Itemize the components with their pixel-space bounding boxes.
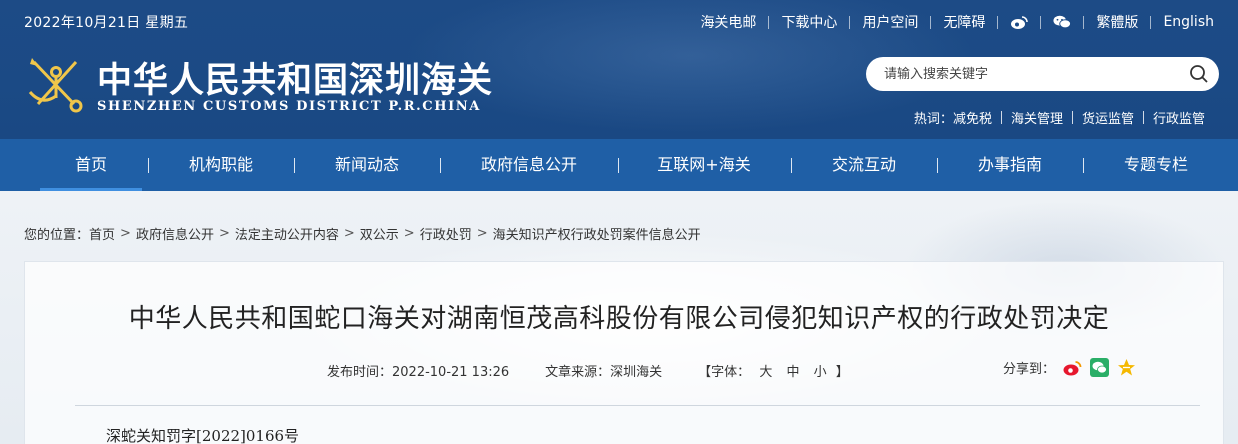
top-link-email[interactable]: 海关电邮: [700, 12, 756, 32]
top-link-user-space[interactable]: 用户空间: [862, 12, 918, 32]
chevron-right-icon: >: [120, 226, 131, 241]
site-title: 中华人民共和国深圳海关: [97, 61, 494, 101]
breadcrumb-item[interactable]: 行政处罚: [420, 224, 472, 243]
nav-item-home[interactable]: 首页: [40, 139, 142, 191]
font-size-small-button[interactable]: 小: [814, 365, 827, 380]
chevron-right-icon: >: [476, 226, 488, 241]
breadcrumb-item[interactable]: 法定主动公开内容: [235, 224, 339, 243]
nav-item-topics[interactable]: 专题专栏: [1105, 139, 1207, 191]
divider: [791, 158, 792, 173]
site-header: 2022年10月21日 星期五 海关电邮 下载中心 用户空间 无障碍 繁體版 E…: [0, 0, 1238, 139]
wechat-share-icon[interactable]: [1090, 358, 1110, 377]
divider: [618, 158, 619, 173]
share-label: 分享到：: [1003, 362, 1056, 377]
weibo-share-icon[interactable]: [1063, 358, 1082, 377]
divider: [937, 158, 938, 173]
publish-time: 发布时间：2022-10-21 13:26: [327, 365, 510, 380]
divider: [1000, 111, 1002, 124]
search-icon[interactable]: [1189, 64, 1209, 84]
chevron-right-icon: >: [403, 226, 415, 241]
divider: [75, 405, 1200, 406]
divider: [930, 15, 932, 29]
divider: [1071, 111, 1073, 124]
top-link-english[interactable]: English: [1163, 14, 1214, 30]
wechat-icon[interactable]: [1053, 13, 1072, 31]
current-date: 2022年10月21日 星期五: [24, 15, 189, 31]
article-source: 文章来源：深圳海关: [545, 365, 663, 380]
hot-word[interactable]: 货运监管: [1082, 108, 1134, 127]
divider: [1142, 111, 1144, 124]
hot-word[interactable]: 海关管理: [1011, 108, 1063, 127]
breadcrumb-item[interactable]: 首页: [89, 224, 115, 243]
nav-item-internet-customs[interactable]: 互联网+海关: [640, 139, 768, 191]
divider: [148, 158, 149, 173]
weibo-icon[interactable]: [1010, 13, 1029, 31]
font-size-label: 【字体：: [698, 365, 751, 380]
document-number: 深蛇关知罚字[2022]0166号: [106, 427, 300, 444]
top-link-download[interactable]: 下载中心: [781, 12, 837, 32]
article-title: 中华人民共和国蛇口海关对湖南恒茂高科股份有限公司侵犯知识产权的行政处罚决定: [128, 304, 1110, 334]
font-size-medium-button[interactable]: 中: [786, 365, 799, 380]
customs-emblem-icon[interactable]: [24, 52, 90, 114]
breadcrumb-item[interactable]: 海关知识产权行政处罚案件信息公开: [493, 224, 701, 243]
divider: [849, 15, 851, 29]
article-meta: 发布时间：2022-10-21 13:26 文章来源：深圳海关 【字体： 大 中…: [327, 361, 849, 380]
hot-words-label: 热词：: [913, 112, 953, 127]
nav-item-functions[interactable]: 机构职能: [170, 139, 272, 191]
hot-word[interactable]: 减免税: [953, 108, 992, 127]
divider: [1040, 15, 1042, 29]
hot-words: 热词： 减免税 海关管理 货运监管 行政监管: [914, 108, 1205, 127]
breadcrumb-prefix: 您的位置：: [24, 228, 90, 243]
article-card: [24, 261, 1224, 444]
top-link-accessibility[interactable]: 无障碍: [943, 12, 985, 32]
search-box: [866, 57, 1219, 91]
search-input[interactable]: [884, 64, 1174, 84]
hot-word[interactable]: 行政监管: [1153, 108, 1205, 127]
font-size-label-close: 】: [835, 365, 849, 380]
chevron-right-icon: >: [343, 226, 355, 241]
breadcrumb-item[interactable]: 双公示: [360, 224, 399, 243]
nav-item-news[interactable]: 新闻动态: [316, 139, 418, 191]
breadcrumb: 您的位置： 首页 > 政府信息公开 > 法定主动公开内容 > 双公示 > 行政处…: [24, 224, 701, 243]
top-link-traditional[interactable]: 繁體版: [1096, 12, 1138, 32]
main-nav: 首页 机构职能 新闻动态 政府信息公开 互联网+海关 交流互动 办事指南 专题专…: [0, 139, 1238, 191]
divider: [768, 15, 770, 29]
chevron-right-icon: >: [218, 226, 230, 241]
divider: [997, 15, 999, 29]
nav-item-gov-info[interactable]: 政府信息公开: [465, 139, 593, 191]
qzone-share-icon[interactable]: [1117, 358, 1136, 377]
site-subtitle: SHENZHEN CUSTOMS DISTRICT P.R.CHINA: [97, 99, 481, 114]
top-links-bar: 海关电邮 下载中心 用户空间 无障碍 繁體版 English: [700, 12, 1214, 32]
divider: [294, 158, 295, 173]
divider: [1083, 15, 1085, 29]
divider: [1083, 158, 1084, 173]
breadcrumb-item[interactable]: 政府信息公开: [136, 224, 214, 243]
divider: [1150, 15, 1152, 29]
nav-item-interaction[interactable]: 交流互动: [813, 139, 915, 191]
font-size-control: 【字体： 大 中 小 】: [698, 361, 849, 380]
nav-item-guide[interactable]: 办事指南: [959, 139, 1061, 191]
font-size-large-button[interactable]: 大: [759, 365, 772, 380]
share-bar: 分享到：: [1003, 358, 1136, 377]
divider: [440, 158, 441, 173]
